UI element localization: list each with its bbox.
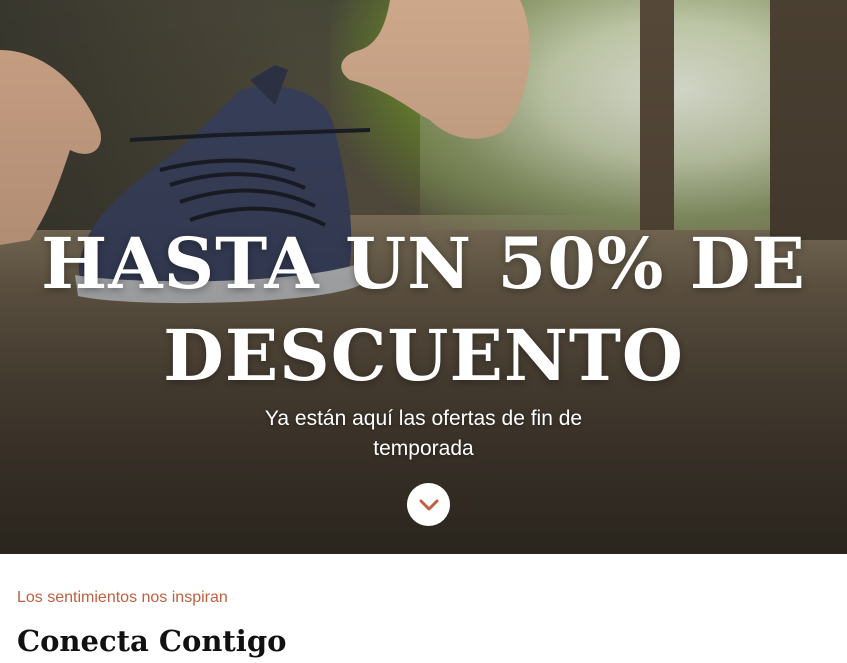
chevron-down-icon [419, 499, 438, 510]
intro-section: Los sentimientos nos inspiran Conecta Co… [0, 554, 847, 663]
hero-banner: HASTA UN 50% DE DESCUENTO Ya están aquí … [0, 0, 847, 554]
scroll-down-button[interactable] [407, 483, 450, 526]
section-title: Conecta Contigo [17, 624, 287, 658]
hero-subtitle: Ya están aquí las ofertas de fin de temp… [264, 407, 583, 460]
section-eyebrow: Los sentimientos nos inspiran [17, 589, 228, 606]
hero-title: HASTA UN 50% DE DESCUENTO [41, 222, 806, 397]
